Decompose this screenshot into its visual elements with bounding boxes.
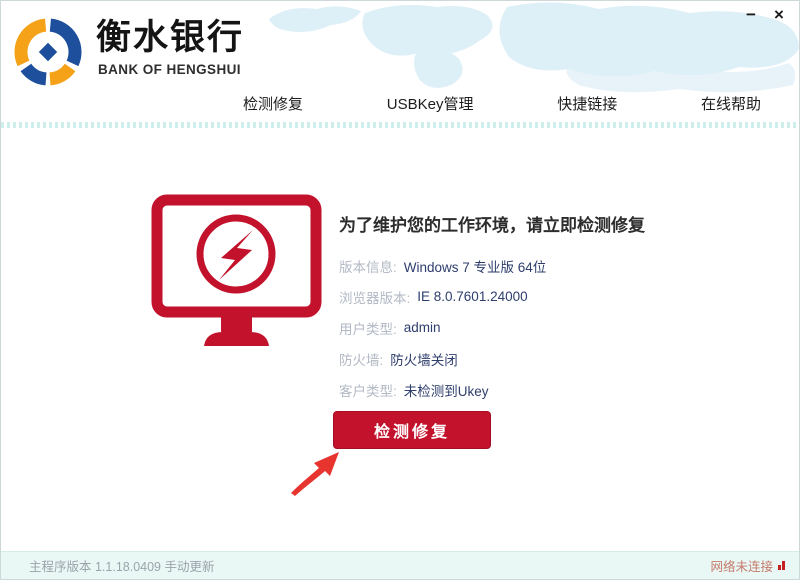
network-status-text: 网络未连接 <box>710 556 773 575</box>
info-value: admin <box>404 320 441 335</box>
info-row-client-type: 客户类型: 未检测到Ukey <box>339 374 769 405</box>
bank-name: 衡水银行 <box>96 19 244 58</box>
diagnostic-info: 为了维护您的工作环境，请立即检测修复 版本信息: Windows 7 专业版 6… <box>339 211 769 405</box>
info-row-browser-version: 浏览器版本: IE 8.0.7601.24000 <box>339 281 769 312</box>
bank-logo-icon <box>11 17 85 87</box>
repair-button[interactable]: 检测修复 <box>333 411 491 449</box>
main-content: 为了维护您的工作环境，请立即检测修复 版本信息: Windows 7 专业版 6… <box>1 128 799 551</box>
page-title: 为了维护您的工作环境，请立即检测修复 <box>339 211 769 236</box>
nav-item-usbkey[interactable]: USBKey管理 <box>387 93 474 114</box>
info-value: 未检测到Ukey <box>404 380 489 400</box>
info-row-firewall: 防火墙: 防火墙关闭 <box>339 343 769 374</box>
network-status[interactable]: 网络未连接 <box>710 556 785 575</box>
main-nav: 检测修复 USBKey管理 快捷链接 在线帮助 <box>243 91 761 115</box>
nav-item-repair[interactable]: 检测修复 <box>243 93 303 114</box>
header: 衡水银行 BANK OF HENGSHUI − × 检测修复 USBKey管理 … <box>1 1 799 122</box>
info-value: 防火墙关闭 <box>390 349 458 369</box>
info-row-os-version: 版本信息: Windows 7 专业版 64位 <box>339 250 769 281</box>
info-value: IE 8.0.7601.24000 <box>417 289 527 304</box>
world-map-watermark <box>269 1 799 101</box>
version-status-text: 主程序版本 1.1.18.0409 手动更新 <box>29 556 214 575</box>
network-signal-icon <box>778 561 785 570</box>
bank-name-english: BANK OF HENGSHUI <box>98 62 241 77</box>
info-value: Windows 7 专业版 64位 <box>404 256 547 276</box>
info-label: 版本信息: <box>339 256 397 276</box>
info-label: 客户类型: <box>339 380 397 400</box>
info-row-user-type: 用户类型: admin <box>339 312 769 343</box>
nav-item-quick-links[interactable]: 快捷链接 <box>557 93 617 114</box>
info-label: 用户类型: <box>339 318 397 338</box>
minimize-button[interactable]: − <box>739 3 763 27</box>
nav-item-online-help[interactable]: 在线帮助 <box>701 93 761 114</box>
status-bar: 主程序版本 1.1.18.0409 手动更新 网络未连接 <box>1 551 799 579</box>
pointer-arrow-icon <box>287 446 345 496</box>
window-controls: − × <box>739 3 791 27</box>
info-label: 防火墙: <box>339 349 383 369</box>
info-label: 浏览器版本: <box>339 287 410 307</box>
app-window: 衡水银行 BANK OF HENGSHUI − × 检测修复 USBKey管理 … <box>0 0 800 580</box>
monitor-lightning-icon <box>149 194 324 352</box>
close-button[interactable]: × <box>767 3 791 27</box>
